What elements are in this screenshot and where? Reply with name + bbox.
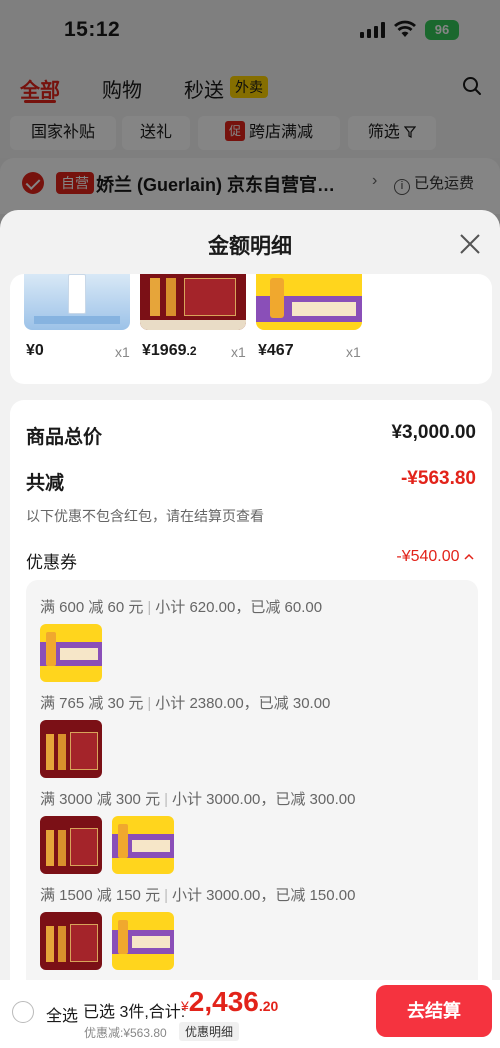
coupon-product-thumb	[40, 624, 102, 682]
coupon-label: 优惠券	[26, 553, 77, 572]
checkout-bar: 全选 已选 3件,合计: ¥2,436.20 优惠减:¥563.80 优惠明细 …	[0, 980, 500, 1048]
coupon-product-thumb	[40, 720, 102, 778]
price-int: ¥1969	[142, 342, 187, 359]
checkout-button[interactable]: 去结算	[376, 985, 492, 1037]
coupon-product-thumb	[40, 816, 102, 874]
rule-detail: 小计 3000.00，已减 300.00	[171, 791, 356, 808]
select-all-label[interactable]: 全选	[46, 1002, 78, 1026]
rule-detail: 小计 2380.00，已减 30.00	[155, 695, 331, 712]
discount-detail-button[interactable]: 优惠明细	[179, 1022, 240, 1041]
price-dec: .2	[186, 344, 197, 358]
reduce-label: 共减	[26, 473, 65, 494]
amount-detail-card: 商品总价 ¥3,000.00 共减 -¥563.80 以下优惠不包含红包，请在结…	[10, 400, 492, 1048]
total-int: 2,436	[188, 986, 259, 1017]
rule-text: 满 3000 减 300 元	[40, 791, 161, 808]
coupon-product-thumb	[112, 816, 174, 874]
product-thumb[interactable]	[256, 274, 362, 330]
rule-detail: 小计 3000.00，已减 150.00	[171, 887, 356, 904]
coupon-rule: 满 1500 减 150 元 | 小计 3000.00，已减 150.00	[40, 887, 356, 904]
selected-summary: 已选 3件,合计:	[83, 1004, 186, 1021]
product-thumb[interactable]	[24, 274, 130, 330]
price-int: ¥467	[258, 342, 294, 359]
coupon-value: -¥540.00	[396, 548, 460, 565]
coupon-rule: 满 600 减 60 元 | 小计 620.00，已减 60.00	[40, 599, 323, 616]
select-all-radio[interactable]	[12, 1001, 34, 1023]
total-price: ¥2,436.20	[181, 986, 278, 1018]
coupon-toggle[interactable]: -¥540.00	[396, 548, 474, 566]
discount-summary: 优惠减:¥563.80	[84, 1026, 167, 1040]
currency-symbol: ¥	[181, 998, 189, 1014]
total-dec: .20	[258, 998, 279, 1014]
product-qty: x1	[115, 344, 130, 360]
close-icon[interactable]	[458, 232, 482, 256]
total-label: 商品总价	[26, 427, 103, 448]
sheet-title: 金额明细	[208, 235, 292, 258]
product-qty: x1	[346, 344, 361, 360]
product-price: ¥1969.2	[142, 342, 197, 360]
product-thumb[interactable]	[140, 274, 246, 330]
amount-detail-sheet: 金额明细 ¥0 x1 ¥1969.2 x1 ¥467 x1 商品总价 ¥3,00…	[0, 210, 500, 1048]
coupon-rule: 满 3000 减 300 元 | 小计 3000.00，已减 300.00	[40, 791, 356, 808]
total-value: ¥3,000.00	[391, 422, 476, 443]
product-qty: x1	[231, 344, 246, 360]
rule-text: 满 1500 减 150 元	[40, 887, 161, 904]
rule-detail: 小计 620.00，已减 60.00	[155, 599, 323, 616]
rule-text: 满 600 减 60 元	[40, 599, 144, 616]
rule-text: 满 765 减 30 元	[40, 695, 144, 712]
product-price: ¥0	[26, 342, 44, 360]
checkout-label: 去结算	[407, 1001, 461, 1021]
discount-note: 以下优惠不包含红包，请在结算页查看	[26, 508, 264, 524]
chevron-up-icon	[464, 553, 474, 560]
reduce-value: -¥563.80	[400, 468, 476, 489]
coupon-rule: 满 765 减 30 元 | 小计 2380.00，已减 30.00	[40, 695, 331, 712]
coupon-details: 满 600 减 60 元 | 小计 620.00，已减 60.00 满 765 减 …	[26, 580, 478, 1048]
product-price: ¥467	[258, 342, 294, 360]
price-int: ¥0	[26, 342, 44, 359]
product-strip: ¥0 x1 ¥1969.2 x1 ¥467 x1	[10, 274, 492, 384]
coupon-product-thumb	[112, 912, 174, 970]
coupon-product-thumb	[40, 912, 102, 970]
